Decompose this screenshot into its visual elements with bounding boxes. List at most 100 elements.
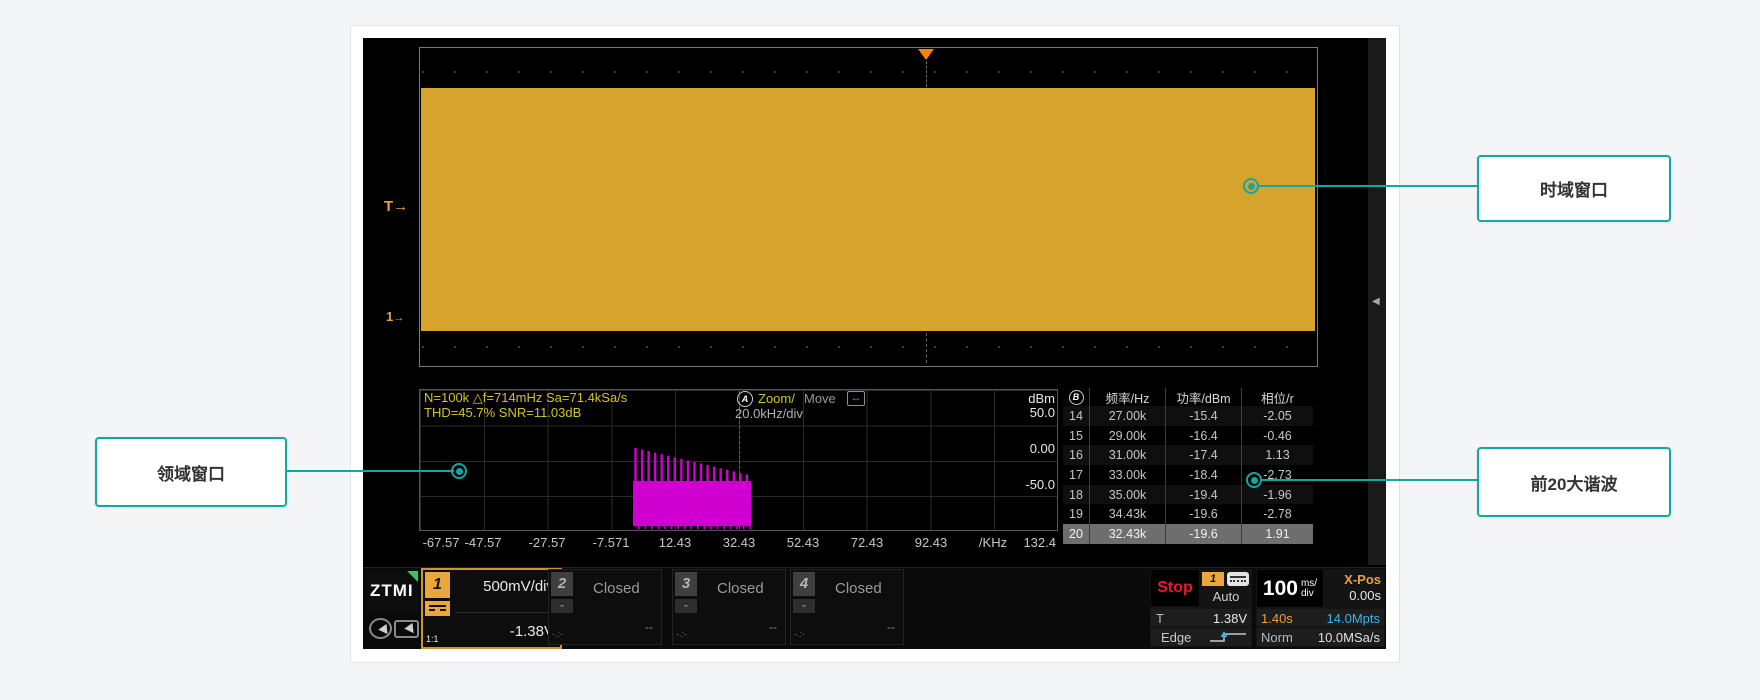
fft-move-button[interactable]: Move: [804, 391, 836, 406]
trigger-level-marker[interactable]: T→: [384, 198, 408, 215]
x-tick: 52.43: [771, 535, 835, 550]
col-phase: 相位/r: [1241, 388, 1313, 407]
callout-freq-domain: 领域窗口: [95, 437, 287, 507]
acquisition-stop-button[interactable]: Stop: [1151, 570, 1199, 606]
fft-scale-mid: 0.00: [985, 441, 1055, 456]
callout-marker-time-domain: [1243, 178, 1259, 194]
channel3-panel[interactable]: 3 - Closed -.:- --: [672, 569, 786, 645]
callout-line-time-domain: [1259, 185, 1479, 187]
table-row[interactable]: 1934.43k-19.6-2.78: [1063, 504, 1313, 524]
pointer-tool-icon[interactable]: [394, 620, 419, 638]
channel2-coupling-icon: -: [551, 599, 573, 613]
fft-info-line1: N=100k △f=714mHz Sa=71.4kSa/s: [424, 391, 627, 405]
trigger-position-icon[interactable]: [918, 49, 934, 60]
fft-scale-bot: -50.0: [985, 477, 1055, 492]
channel1-divider: [455, 612, 558, 613]
grid-dots-top: [422, 71, 1315, 73]
trigger-mode[interactable]: Auto: [1202, 589, 1250, 604]
fft-unit-label: dBm: [985, 391, 1055, 406]
move-arrows-icon[interactable]: ↔: [847, 391, 865, 406]
logo-corner-flag: [407, 571, 418, 582]
table-row-selected[interactable]: 2032.43k-19.61.91: [1063, 524, 1313, 544]
center-dashes-bottom: [926, 333, 927, 363]
channel3-badge[interactable]: 3: [675, 572, 697, 596]
harmonics-table: B 频率/Hz 功率/dBm 相位/r 1427.00k-15.4-2.05 1…: [1063, 388, 1313, 544]
callout-harmonics: 前20大谐波: [1477, 447, 1671, 517]
channel4-badge[interactable]: 4: [793, 572, 815, 596]
trigger-source-badge[interactable]: 1: [1202, 572, 1224, 586]
memory-depth: 14.0Mpts: [1327, 611, 1380, 626]
channel2-panel[interactable]: 2 - Closed -.:- --: [548, 569, 662, 645]
channel1-panel[interactable]: 1 1:1 500mV/div -1.38V: [421, 568, 562, 649]
brand-logo: ZTMI: [366, 571, 418, 613]
table-row[interactable]: 1835.00k-19.4-1.96: [1063, 485, 1313, 505]
trigger-type-row[interactable]: Edge: [1151, 628, 1251, 646]
table-row[interactable]: 1631.00k-17.41.13: [1063, 445, 1313, 465]
channel4-sub-right: --: [887, 620, 895, 634]
side-panel-strip[interactable]: ◀: [1368, 38, 1386, 565]
fft-info-line2: THD=45.7% SNR=11.03dB: [424, 406, 581, 420]
sample-rate: 10.0MSa/s: [1318, 630, 1380, 645]
channel3-state: Closed: [717, 580, 764, 597]
channel1-badge[interactable]: 1: [425, 572, 450, 598]
col-power: 功率/dBm: [1165, 388, 1241, 407]
callout-marker-freq-domain: [451, 463, 467, 479]
channel4-state: Closed: [835, 580, 882, 597]
record-length-time: 1.40s: [1261, 611, 1293, 626]
marker-b-icon: B: [1069, 390, 1084, 405]
channel1-coupling-icon[interactable]: [425, 601, 450, 616]
channel2-badge[interactable]: 2: [551, 572, 573, 596]
channel2-sub-left: -.:-: [552, 629, 563, 639]
channel1-probe-ratio: 1:1: [426, 634, 439, 644]
timebase-panel: 100 ms/div X-Pos 0.00s 1.40s 14.0Mpts No…: [1256, 569, 1385, 647]
fft-scale-top: 50.0: [985, 405, 1055, 420]
channel1-position-marker[interactable]: 1→: [386, 309, 404, 324]
harmonics-header-row: B 频率/Hz 功率/dBm 相位/r: [1063, 388, 1313, 406]
trigger-center-dashes: [926, 61, 927, 87]
timebase-scale-button[interactable]: 100 ms/div: [1257, 570, 1323, 607]
callout-line-freq-domain: [282, 470, 454, 472]
table-row[interactable]: 1529.00k-16.4-0.46: [1063, 426, 1313, 446]
x-tick: 92.43: [899, 535, 963, 550]
record-row: 1.40s 14.0Mpts: [1257, 609, 1384, 626]
channel3-sub-right: --: [769, 620, 777, 634]
callout-time-domain: 时域窗口: [1477, 155, 1671, 222]
x-tick: 12.43: [643, 535, 707, 550]
channel4-coupling-icon: -: [793, 599, 815, 613]
channel1-waveform: [421, 88, 1315, 331]
channel3-coupling-icon: -: [675, 599, 697, 613]
trigger-coupling-icon[interactable]: [1227, 572, 1249, 586]
callout-marker-harmonics: [1246, 472, 1262, 488]
xpos-label[interactable]: X-Pos: [1344, 572, 1381, 587]
grid-dots-bottom: [422, 346, 1315, 348]
bottom-status-bar: ZTMI 1 1:1 500mV/div -1.38V 2 - Closed -: [363, 567, 1386, 649]
channel2-state: Closed: [593, 580, 640, 597]
table-row[interactable]: 1427.00k-15.4-2.05: [1063, 406, 1313, 426]
channel4-panel[interactable]: 4 - Closed -.:- --: [790, 569, 904, 645]
fft-zoom-button[interactable]: Zoom/: [758, 391, 795, 406]
time-domain-window: [419, 47, 1318, 367]
trigger-panel: Stop 1 Auto T 1.38V Edge: [1150, 569, 1252, 647]
col-freq: 频率/Hz: [1089, 388, 1165, 407]
x-end-label: 132.4: [1006, 535, 1056, 550]
oscilloscope-screen: ◀ T→ 1→ N=100k △f=714mHz Sa=71.4kSa/s TH…: [363, 38, 1386, 648]
acquisition-row: Norm 10.0MSa/s: [1257, 628, 1384, 646]
rising-edge-icon: [1208, 630, 1248, 644]
callout-line-harmonics: [1262, 479, 1477, 481]
x-tick: -47.57: [451, 535, 515, 550]
xpos-value[interactable]: 0.00s: [1349, 588, 1381, 603]
fft-hz-per-div: 20.0kHz/div: [735, 406, 803, 421]
x-tick: 32.43: [707, 535, 771, 550]
x-tick: -27.57: [515, 535, 579, 550]
x-tick: -7.571: [579, 535, 643, 550]
collapse-arrow-icon[interactable]: ◀: [1372, 296, 1380, 307]
channel1-vdiv[interactable]: 500mV/div: [483, 578, 554, 595]
channel2-sub-right: --: [645, 620, 653, 634]
channel4-sub-left: -.:-: [794, 629, 805, 639]
x-tick: 72.43: [835, 535, 899, 550]
touch-gesture-icon[interactable]: [369, 618, 392, 639]
marker-a-icon: A: [737, 391, 753, 407]
channel3-sub-left: -.:-: [676, 629, 687, 639]
trigger-level-row[interactable]: T 1.38V: [1151, 609, 1251, 626]
table-row[interactable]: 1733.00k-18.4-2.73: [1063, 465, 1313, 485]
